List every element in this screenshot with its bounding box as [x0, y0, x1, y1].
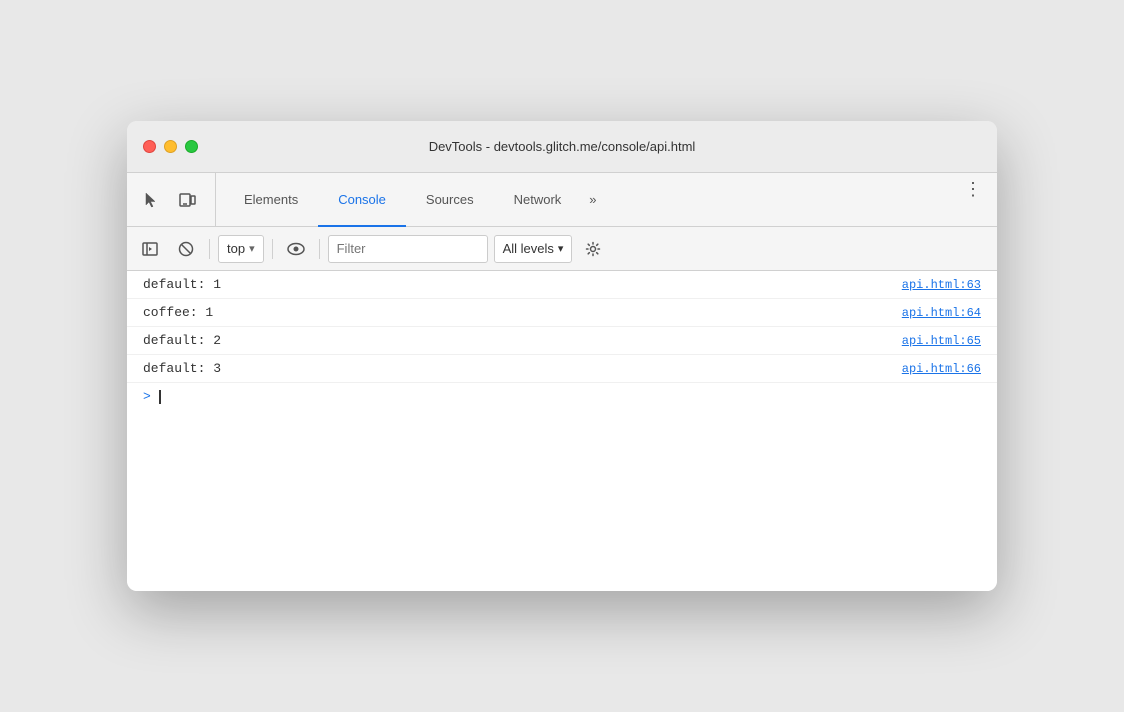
clear-button[interactable]	[171, 234, 201, 264]
console-entry-1: coffee: 1 api.html:64	[127, 299, 997, 327]
entry-link-2[interactable]: api.html:65	[902, 334, 981, 348]
window-title: DevTools - devtools.glitch.me/console/ap…	[429, 139, 696, 154]
console-prompt-icon: >	[143, 389, 151, 404]
devtools-window: DevTools - devtools.glitch.me/console/ap…	[127, 121, 997, 591]
separator-1	[209, 239, 210, 259]
tab-console[interactable]: Console	[318, 174, 406, 227]
cursor-icon	[142, 191, 160, 209]
entry-link-0[interactable]: api.html:63	[902, 278, 981, 292]
entry-text-1: coffee: 1	[143, 305, 902, 320]
traffic-lights	[143, 140, 198, 153]
tabs-list: Elements Console Sources Network »	[224, 173, 957, 226]
context-selector[interactable]: top ▾	[218, 235, 264, 263]
settings-button[interactable]	[578, 234, 608, 264]
tabs-toolbar: Elements Console Sources Network » ⋮	[127, 173, 997, 227]
console-entry-2: default: 2 api.html:65	[127, 327, 997, 355]
console-output: default: 1 api.html:63 coffee: 1 api.htm…	[127, 271, 997, 591]
gear-icon	[585, 241, 601, 257]
tab-sources[interactable]: Sources	[406, 174, 494, 227]
clear-icon	[178, 241, 194, 257]
device-icon-button[interactable]	[171, 184, 203, 216]
console-toolbar: top ▾ All levels ▾	[127, 227, 997, 271]
context-arrow: ▾	[249, 242, 255, 255]
tab-network[interactable]: Network	[494, 174, 582, 227]
close-button[interactable]	[143, 140, 156, 153]
live-expressions-button[interactable]	[281, 234, 311, 264]
devtools-menu-button[interactable]: ⋮	[957, 173, 989, 205]
title-bar: DevTools - devtools.glitch.me/console/ap…	[127, 121, 997, 173]
separator-3	[319, 239, 320, 259]
sidebar-icon	[142, 241, 158, 257]
tab-elements[interactable]: Elements	[224, 174, 318, 227]
console-input-row[interactable]: >	[127, 383, 997, 410]
filter-input[interactable]	[328, 235, 488, 263]
maximize-button[interactable]	[185, 140, 198, 153]
eye-icon	[287, 242, 305, 256]
log-levels-button[interactable]: All levels ▾	[494, 235, 573, 263]
minimize-button[interactable]	[164, 140, 177, 153]
entry-text-2: default: 2	[143, 333, 902, 348]
entry-text-3: default: 3	[143, 361, 902, 376]
cursor-icon-button[interactable]	[135, 184, 167, 216]
entry-link-3[interactable]: api.html:66	[902, 362, 981, 376]
more-tabs-button[interactable]: »	[581, 173, 604, 226]
console-cursor	[159, 390, 161, 404]
sidebar-toggle-button[interactable]	[135, 234, 165, 264]
console-entry-0: default: 1 api.html:63	[127, 271, 997, 299]
separator-2	[272, 239, 273, 259]
entry-link-1[interactable]: api.html:64	[902, 306, 981, 320]
console-entry-3: default: 3 api.html:66	[127, 355, 997, 383]
entry-text-0: default: 1	[143, 277, 902, 292]
device-icon	[178, 191, 196, 209]
toolbar-icons	[135, 173, 216, 226]
levels-arrow: ▾	[558, 242, 564, 255]
